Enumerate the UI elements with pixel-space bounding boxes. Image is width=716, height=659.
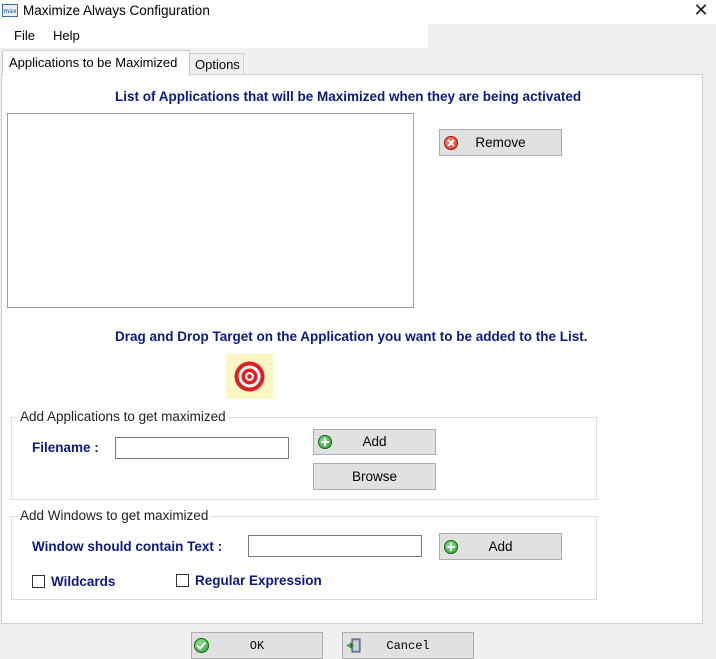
remove-button-label: Remove [475,135,526,150]
exit-door-icon [347,638,361,653]
green-plus-circle-icon [444,539,458,554]
add-window-button[interactable]: Add [439,533,562,560]
drag-drop-target[interactable] [226,354,273,399]
list-heading: List of Applications that will be Maximi… [115,89,582,104]
add-window-button-label: Add [488,539,513,554]
menu-file[interactable]: File [14,28,35,43]
ok-button[interactable]: OK [191,632,323,659]
add-application-button-label: Add [362,434,387,449]
filename-label: Filename : [32,440,99,455]
add-application-button[interactable]: Add [313,429,436,455]
tab-options[interactable]: Options [189,53,244,75]
tab-label: Applications to be Maximized [9,55,178,70]
green-plus-circle-icon [318,435,332,449]
remove-button[interactable]: Remove [439,129,562,156]
regular-expression-label[interactable]: Regular Expression [195,573,322,588]
window-title: Maximize Always Configuration [23,3,210,18]
bullseye-target-icon [234,361,265,392]
regular-expression-checkbox[interactable] [176,574,189,587]
tab-label: Options [195,57,240,72]
drag-drop-heading: Drag and Drop Target on the Application … [115,329,588,344]
close-window-button[interactable]: ✕ [686,0,716,24]
cancel-button-label: Cancel [386,639,430,653]
filename-input[interactable] [115,437,289,459]
tab-applications-to-be-maximized[interactable]: Applications to be Maximized [2,50,190,76]
browse-button[interactable]: Browse [313,463,436,490]
title-bar: max Maximize Always Configuration ✕ [0,0,716,24]
applications-listbox[interactable] [7,113,414,308]
add-windows-group-title: Add Windows to get maximized [18,508,211,523]
ok-button-label: OK [249,639,265,653]
window-text-input[interactable] [248,535,422,557]
add-applications-group [11,417,597,500]
browse-button-label: Browse [351,469,397,484]
window-text-label: Window should contain Text : [32,539,223,554]
add-applications-group-title: Add Applications to get maximized [18,409,228,424]
wildcards-label[interactable]: Wildcards [51,574,115,589]
menu-help[interactable]: Help [53,28,80,43]
cancel-button[interactable]: Cancel [342,632,474,659]
app-icon: max [2,4,18,17]
wildcards-checkbox[interactable] [32,575,45,588]
green-check-circle-icon [194,638,209,653]
red-x-circle-icon [444,135,458,150]
menu-bar: File Help [0,24,428,48]
